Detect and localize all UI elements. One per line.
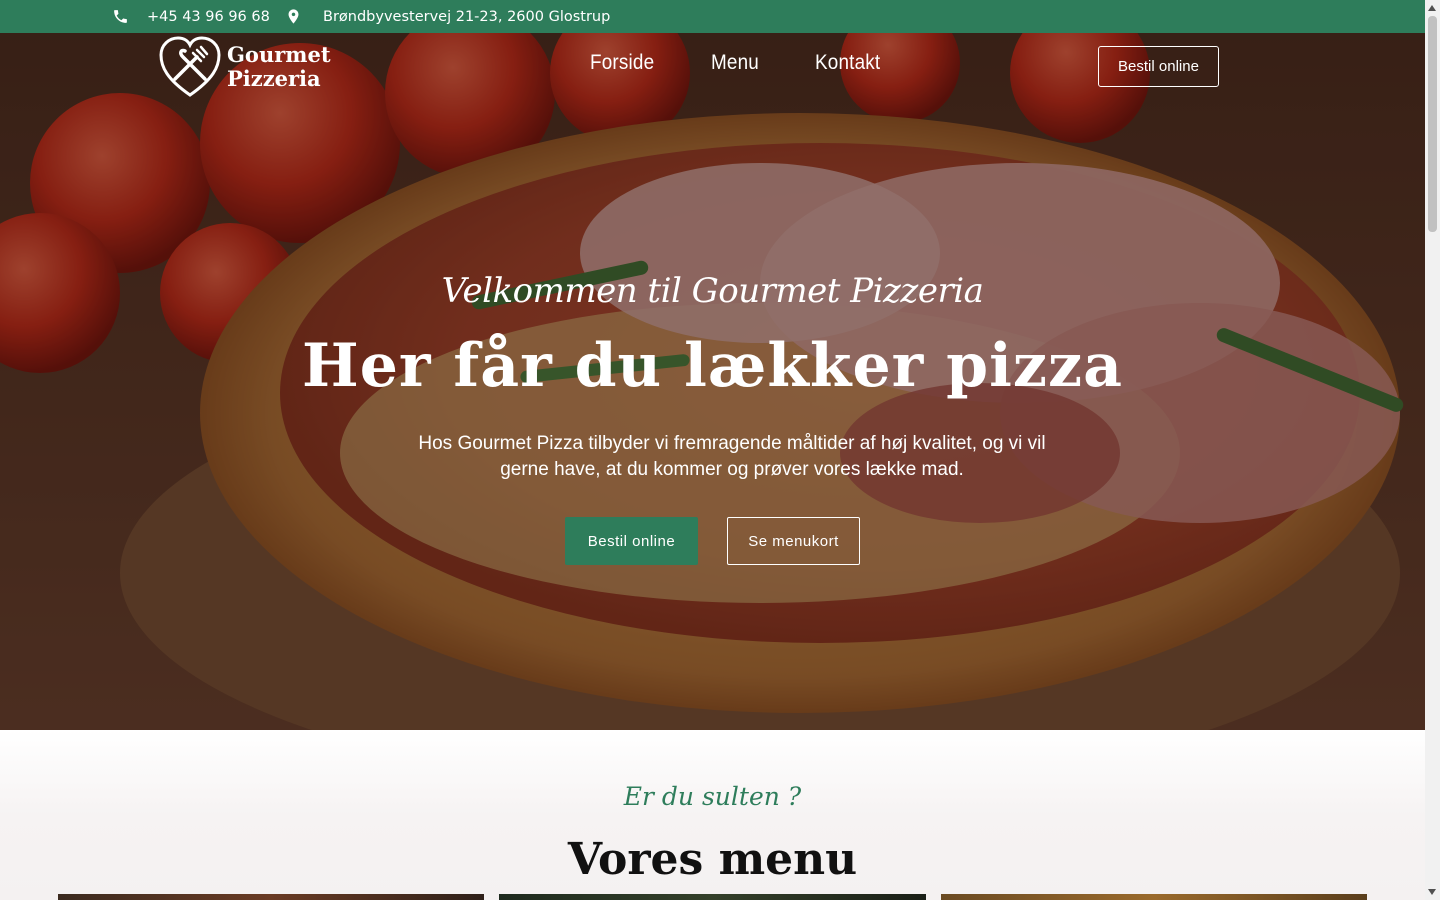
menu-title: Vores menu xyxy=(567,834,858,885)
logo-text: Gourmet Pizzeria xyxy=(227,43,331,91)
scrollbar-thumb[interactable] xyxy=(1428,16,1437,232)
order-online-button[interactable]: Bestil online xyxy=(565,517,698,565)
menu-card-image[interactable] xyxy=(499,894,926,900)
nav-kontakt[interactable]: Kontakt xyxy=(815,51,880,75)
phone-icon xyxy=(114,10,127,23)
hero-welcome: Velkommen til Gourmet Pizzeria xyxy=(441,271,984,311)
order-online-header-button[interactable]: Bestil online xyxy=(1098,46,1219,87)
menu-card-image[interactable] xyxy=(58,894,484,900)
fork-knife-heart-icon xyxy=(159,36,221,97)
menu-tagline: Er du sulten ? xyxy=(623,782,802,811)
main-nav: Forside Menu Kontakt xyxy=(590,51,937,75)
hero-section: Gourmet Pizzeria Forside Menu Kontakt Be… xyxy=(0,33,1425,730)
logo-line-2: Pizzeria xyxy=(227,66,321,91)
phone-number: +45 43 96 96 68 xyxy=(147,8,270,25)
menu-section: Er du sulten ? Vores menu xyxy=(0,730,1425,900)
site-logo[interactable]: Gourmet Pizzeria xyxy=(157,35,331,99)
page-scrollbar[interactable] xyxy=(1425,0,1440,900)
nav-forside[interactable]: Forside xyxy=(590,51,654,75)
map-pin-icon xyxy=(288,9,299,24)
top-contact-bar: +45 43 96 96 68 Brøndbyvestervej 21-23, … xyxy=(0,0,1425,33)
scroll-up-arrow-icon[interactable] xyxy=(1428,5,1436,11)
menu-card-image[interactable] xyxy=(941,894,1367,900)
see-menu-button[interactable]: Se menukort xyxy=(727,517,860,565)
address-text: Brøndbyvestervej 21-23, 2600 Glostrup xyxy=(323,8,611,25)
scroll-down-arrow-icon[interactable] xyxy=(1428,889,1436,895)
nav-menu[interactable]: Menu xyxy=(711,51,759,75)
hero-headline: Her får du lækker pizza xyxy=(302,331,1123,401)
phone-contact[interactable]: +45 43 96 96 68 xyxy=(112,0,270,33)
hero-lead: Hos Gourmet Pizza tilbyder vi fremragend… xyxy=(418,433,1046,480)
address-contact[interactable]: Brøndbyvestervej 21-23, 2600 Glostrup xyxy=(285,0,610,33)
logo-line-1: Gourmet xyxy=(227,42,331,67)
hero-cta-row: Bestil online Se menukort xyxy=(565,517,860,565)
